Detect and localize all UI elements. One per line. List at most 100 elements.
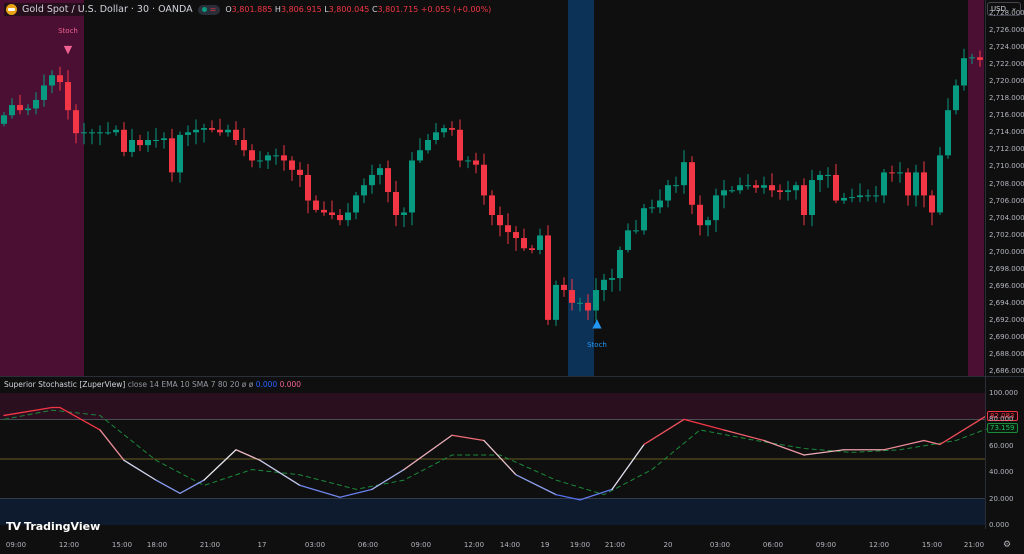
stoch-axis-label: 0.000	[989, 521, 1009, 529]
settings-gear-icon[interactable]: ⚙	[1003, 540, 1011, 550]
candle-body	[273, 155, 279, 156]
time-axis-label: 03:00	[710, 541, 730, 549]
candle-body	[809, 180, 815, 215]
candle-body	[593, 290, 599, 310]
k-line-segment	[724, 430, 764, 441]
candle-body	[465, 160, 471, 161]
candle-body	[121, 130, 127, 152]
time-axis-label: 21:00	[200, 541, 220, 549]
price-axis-label: 2,722.000	[989, 60, 1024, 68]
candle-body	[897, 172, 903, 173]
time-axis-label: 06:00	[358, 541, 378, 549]
candle-body	[785, 190, 791, 192]
time-axis-label: 19	[541, 541, 550, 549]
candle-body	[161, 138, 167, 140]
price-axis-label: 2,686.000	[989, 367, 1024, 375]
tradingview-logo[interactable]: 𝗧𝗩TradingView	[6, 520, 100, 533]
k-line-segment	[372, 470, 404, 490]
stochastic-pane[interactable]	[0, 377, 1024, 529]
price-axis-label: 2,712.000	[989, 145, 1024, 153]
price-axis-label: 2,694.000	[989, 299, 1024, 307]
candle-body	[721, 190, 727, 195]
sell-zone	[0, 0, 84, 376]
price-axis-label: 2,690.000	[989, 333, 1024, 341]
candle-body	[281, 155, 287, 160]
symbol-legend: Gold Spot / U.S. Dollar · 30 · OANDA = O…	[4, 3, 493, 16]
candle-body	[569, 290, 575, 303]
equals-icon: =	[210, 6, 217, 14]
candle-body	[81, 132, 87, 133]
candle-body	[937, 155, 943, 212]
candle-body	[865, 195, 871, 196]
candle-body	[185, 132, 191, 135]
candle-body	[561, 285, 567, 290]
time-axis-label: 20	[664, 541, 673, 549]
candle-body	[649, 207, 655, 208]
candle-body	[921, 172, 927, 195]
candle-body	[89, 132, 95, 133]
candle-body	[409, 160, 415, 212]
time-axis-label: 09:00	[411, 541, 431, 549]
candle-body	[873, 195, 879, 196]
candle-body	[737, 185, 743, 190]
stoch-axis-label: 80.000	[989, 415, 1014, 423]
candle-body	[681, 162, 687, 185]
candle-body	[977, 57, 983, 60]
candle-body	[377, 168, 383, 175]
price-axis-label: 2,710.000	[989, 162, 1024, 170]
candle-body	[313, 201, 319, 210]
candle-body	[329, 212, 335, 215]
candle-body	[385, 168, 391, 192]
candle-body	[345, 212, 351, 220]
candle-body	[9, 105, 15, 115]
candle-body	[369, 175, 375, 185]
overbought-zone	[0, 393, 985, 419]
price-axis-label: 2,704.000	[989, 214, 1024, 222]
candle-body	[425, 140, 431, 150]
time-axis-label: 12:00	[59, 541, 79, 549]
candle-body	[489, 195, 495, 215]
candle-body	[705, 220, 711, 225]
price-chart[interactable]	[0, 0, 1024, 376]
time-axis-label: 15:00	[922, 541, 942, 549]
candle-body	[249, 150, 255, 160]
stoch-axis-label: 20.000	[989, 495, 1014, 503]
price-axis-label: 2,696.000	[989, 282, 1024, 290]
candle-body	[1, 115, 7, 124]
sell-zone	[968, 0, 984, 376]
candle-body	[233, 130, 239, 140]
candle-body	[641, 208, 647, 230]
price-axis-label: 2,716.000	[989, 111, 1024, 119]
candle-body	[769, 185, 775, 190]
sell-signal-label: Stoch	[58, 27, 78, 35]
candle-body	[441, 128, 447, 132]
time-axis-label: 19:00	[570, 541, 590, 549]
candle-body	[433, 132, 439, 140]
candle-body	[417, 150, 423, 160]
k-line-segment	[484, 441, 516, 475]
candle-body	[105, 132, 111, 133]
candle-body	[961, 58, 967, 85]
candle-body	[577, 303, 583, 304]
candle-body	[497, 215, 503, 225]
candle-body	[801, 185, 807, 215]
time-axis-label: 06:00	[763, 541, 783, 549]
symbol-title[interactable]: Gold Spot / U.S. Dollar · 30 · OANDA	[22, 4, 193, 15]
time-axis-label: 12:00	[464, 541, 484, 549]
candle-body	[73, 110, 79, 133]
candle-body	[321, 210, 327, 213]
candle-body	[673, 185, 679, 186]
candle-body	[137, 140, 143, 145]
candle-body	[513, 232, 519, 238]
candle-body	[849, 197, 855, 198]
time-axis-label: 21:00	[605, 541, 625, 549]
candle-body	[905, 172, 911, 195]
market-status[interactable]: =	[198, 5, 221, 15]
candle-body	[393, 192, 399, 215]
indicator-legend[interactable]: Superior Stochastic [ZuperView] close 14…	[4, 380, 301, 389]
candle-body	[553, 285, 559, 320]
time-axis-label: 14:00	[500, 541, 520, 549]
k-line-segment	[300, 485, 340, 497]
price-axis-label: 2,706.000	[989, 197, 1024, 205]
candle-body	[481, 165, 487, 196]
